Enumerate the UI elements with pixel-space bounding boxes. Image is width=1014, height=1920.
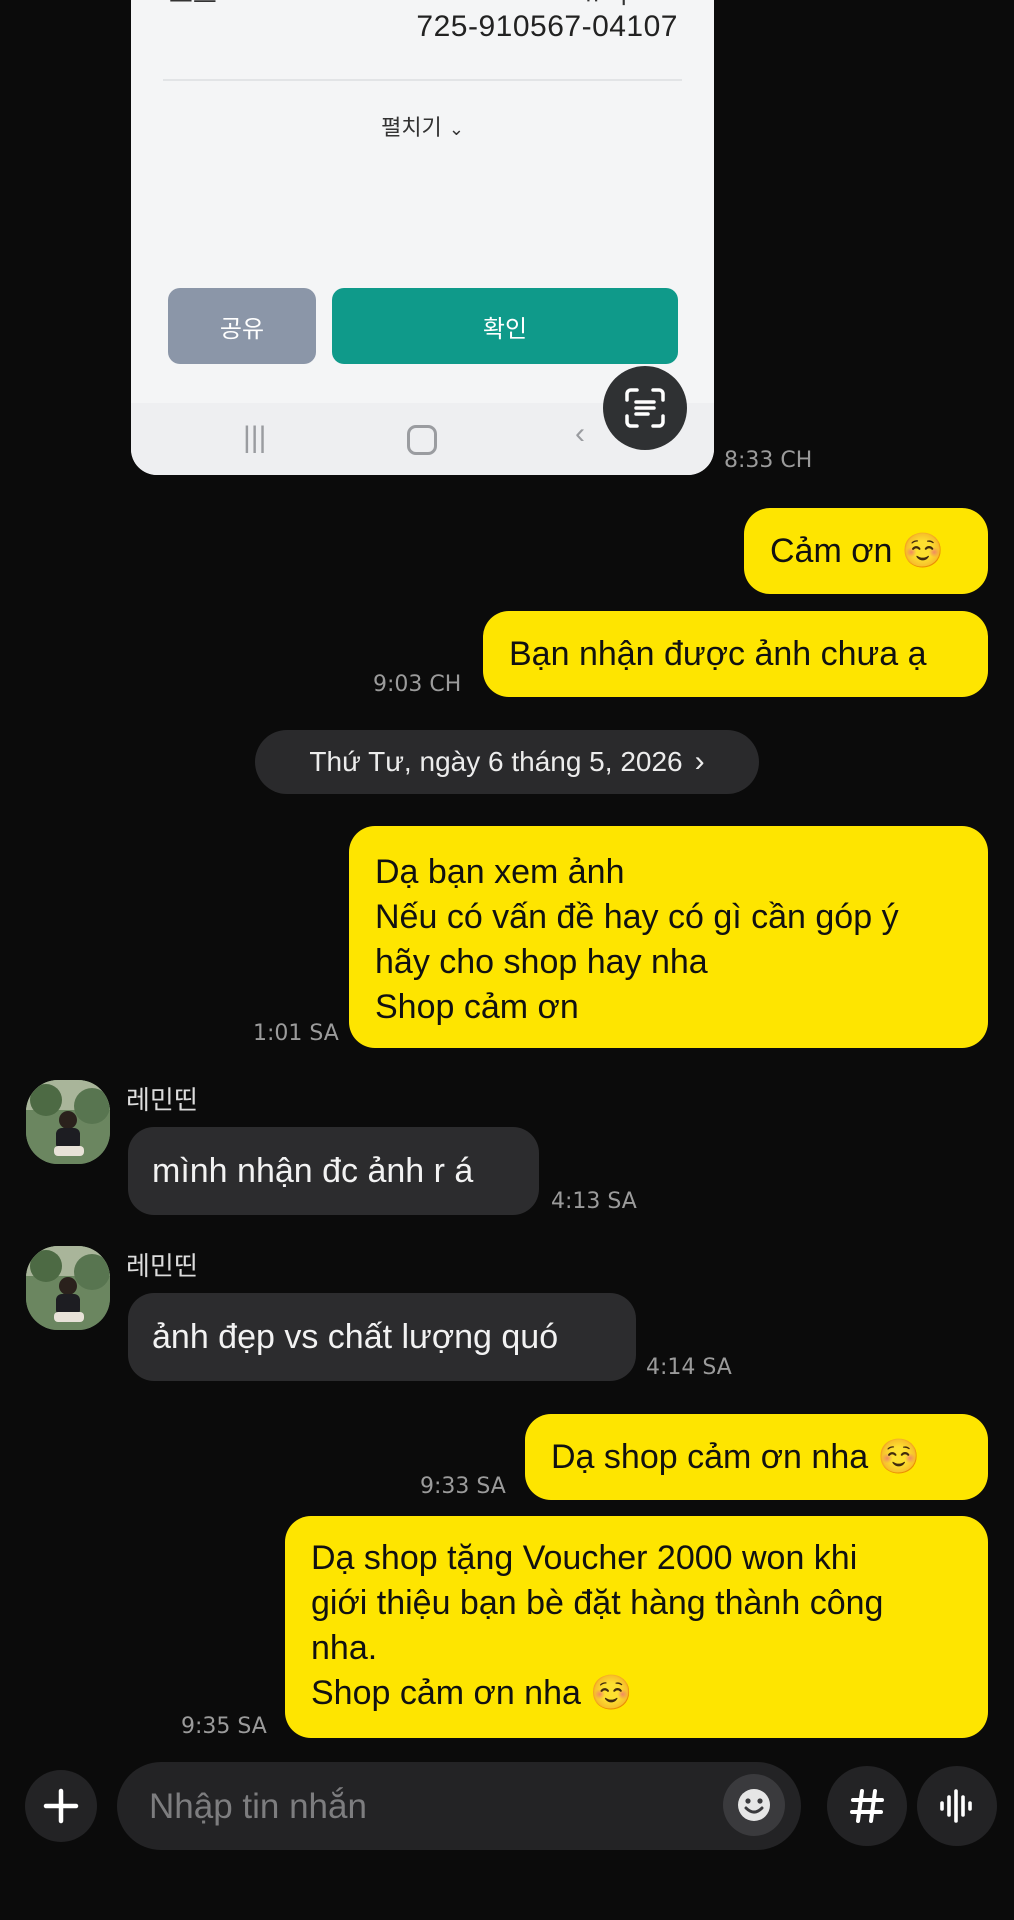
avatar-photo [26,1080,110,1164]
my-message-bubble[interactable]: Dạ bạn xem ảnh Nếu có vấn đề hay có gì c… [349,826,988,1048]
cut-off-label-left: 끄으ㄱ [169,0,241,11]
message-text: Cảm ơn ☺️ [770,531,945,570]
voice-button[interactable] [917,1766,997,1846]
text-scan-icon [625,388,665,428]
divider [163,79,682,81]
my-message-bubble[interactable]: Dạ shop tặng Voucher 2000 won khi giới t… [285,1516,988,1738]
message-text-line: giới thiệu bạn bè đặt hàng thành công [311,1584,884,1622]
message-text: mình nhận đc ảnh r á [152,1151,474,1190]
back-icon: ‹ [575,417,585,450]
message-time: 9:33 SA [420,1474,506,1499]
message-text-line: hãy cho shop hay nha [375,943,708,981]
message-text-line: Shop cảm ơn [375,988,579,1026]
message-time: 1:01 SA [253,1021,339,1046]
message-time: 4:13 SA [551,1189,637,1214]
my-message-bubble[interactable]: Cảm ơn ☺️ [744,508,988,594]
hashtag-button[interactable] [827,1766,907,1846]
expand-label: 펼치기 [381,116,442,141]
avatar[interactable] [26,1246,110,1330]
sender-name: 레민띤 [126,1252,198,1282]
date-label: Thứ Tư, ngày 6 tháng 5, 2026 [309,746,683,777]
message-text: Bạn nhận được ảnh chưa ạ [509,634,927,673]
message-text-line: nha. [311,1629,378,1667]
message-time: 9:03 CH [373,672,462,697]
avatar[interactable] [26,1080,110,1164]
share-button-image: 공유 [168,288,316,364]
message-text-line: Shop cảm ơn nha ☺️ [311,1674,633,1712]
message-text-line: Dạ shop tặng Voucher 2000 won khi [311,1539,858,1577]
voice-icon [940,1789,972,1823]
confirm-button-image: 확인 [332,288,678,364]
message-time: 9:35 SA [181,1714,267,1739]
message-text: ảnh đẹp vs chất lượng quó [152,1317,559,1356]
avatar-photo [26,1246,110,1330]
message-input-box[interactable] [117,1762,801,1852]
sender-name: 레민띤 [126,1086,198,1116]
emoji-icon [738,1789,770,1821]
recent-apps-icon: ||| [243,421,267,454]
incoming-message-bubble[interactable]: mình nhận đc ảnh r á [128,1127,539,1215]
add-attachment-button[interactable] [25,1770,97,1842]
emoji-button[interactable] [723,1774,785,1836]
chevron-down-icon: ⌄ [448,119,464,140]
expand-toggle: 펼치기 ⌄ [131,110,714,142]
incoming-message-bubble[interactable]: ảnh đẹp vs chất lượng quó [128,1293,636,1381]
message-time: 8:33 CH [724,448,813,473]
my-message-bubble[interactable]: Bạn nhận được ảnh chưa ạ [483,611,988,697]
message-text-line: Nếu có vấn đề hay có gì cần góp ý [375,898,899,936]
my-message-bubble[interactable]: Dạ shop cảm ơn nha ☺️ [525,1414,988,1500]
message-text-line: Dạ bạn xem ảnh [375,853,625,891]
message-input[interactable] [147,1762,711,1852]
home-icon [407,425,437,455]
account-number: 725-910567-04107 [416,10,678,43]
message-text: Dạ shop cảm ơn nha ☺️ [551,1437,920,1476]
plus-icon [43,1788,79,1824]
date-divider[interactable]: Thứ Tư, ngày 6 tháng 5, 2026 › [255,730,759,794]
text-scan-button[interactable] [603,366,687,450]
chevron-right-icon: › [694,745,705,778]
message-time: 4:14 SA [646,1355,732,1380]
hashtag-icon [850,1789,884,1823]
